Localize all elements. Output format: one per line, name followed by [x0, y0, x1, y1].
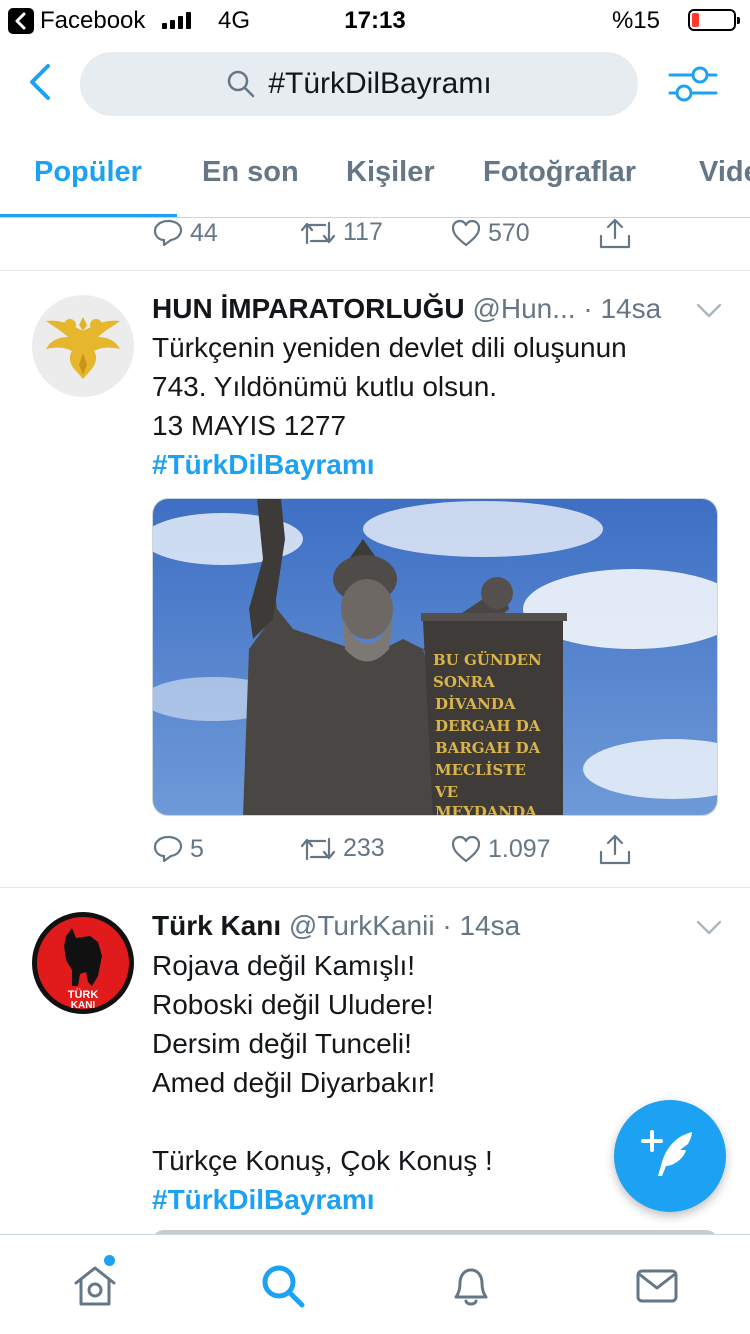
- tab-latest[interactable]: En son: [202, 156, 299, 189]
- banner-text-line: VE: [434, 783, 458, 801]
- share-icon: [599, 834, 631, 865]
- mail-icon: [636, 1269, 678, 1303]
- tweet-header: HUN İMPARATORLUĞU @Hun... · 14sa: [152, 293, 661, 325]
- tab-videos[interactable]: Video: [699, 156, 750, 189]
- battery-percent: %15: [611, 7, 660, 34]
- search-icon: [228, 70, 255, 98]
- banner-text-line: DERGAH DA: [435, 717, 541, 735]
- banner-text-line: BARGAH DA: [435, 739, 541, 757]
- tweet-text-line: 743. Yıldönümü kutlu olsun.: [152, 371, 498, 402]
- back-button[interactable]: [26, 62, 56, 102]
- tweet[interactable]: HUN İMPARATORLUĞU @Hun... · 14sa Türkçen…: [0, 271, 750, 887]
- like-button[interactable]: 1.097: [450, 834, 551, 864]
- tab-notifications[interactable]: [448, 1263, 494, 1309]
- tweet-time: · 14sa: [583, 293, 662, 324]
- chevron-down-icon[interactable]: [696, 920, 722, 936]
- tweet-text-line: Türkçe Konuş, Çok Konuş !: [152, 1145, 493, 1176]
- tweet-text: Türkçenin yeniden devlet dili oluşunun 7…: [152, 328, 627, 484]
- banner-text-line: MEYDANDA: [435, 803, 537, 816]
- sliders-icon: [668, 66, 718, 102]
- author-handle[interactable]: @TurkKanii: [289, 910, 435, 941]
- tab-explore[interactable]: [260, 1263, 306, 1309]
- avatar-text-line: KANI: [71, 1000, 96, 1011]
- tweet-text-line: Roboski değil Uludere!: [152, 989, 434, 1020]
- hashtag-link[interactable]: #TürkDilBayramı: [152, 1180, 493, 1219]
- search-input[interactable]: #TürkDilBayramı: [80, 52, 638, 116]
- search-query: #TürkDilBayramı: [268, 67, 492, 100]
- tweet-text-line: Rojava değil Kamışlı!: [152, 950, 416, 981]
- retweet-count: 117: [343, 218, 383, 246]
- share-icon: [599, 218, 631, 249]
- search-tabs: Popüler En son Kişiler Fotoğraflar Video: [0, 140, 750, 218]
- status-bar: Facebook 4G 17:13 %15: [0, 0, 750, 40]
- share-button[interactable]: [598, 218, 632, 250]
- author-name[interactable]: Türk Kanı: [152, 910, 281, 941]
- like-count: 1.097: [488, 834, 551, 863]
- banner-text-line: SONRA: [433, 673, 495, 691]
- prev-tweet-actions: 44 117 570: [152, 218, 652, 258]
- reply-icon: [153, 219, 183, 247]
- battery-icon: [688, 9, 740, 31]
- tweet-time: · 14sa: [442, 910, 521, 941]
- search-icon: [262, 1265, 305, 1308]
- tweet-actions: 5 233 1.097: [152, 834, 652, 874]
- tweet-feed[interactable]: 44 117 570 HUN İMPARATORLUĞU @Hun... · 1…: [0, 218, 750, 1234]
- like-button[interactable]: 570: [450, 218, 530, 248]
- banner-text-line: BU GÜNDEN: [433, 650, 542, 669]
- tweet-text-line: 13 MAYIS 1277: [152, 410, 347, 441]
- retweet-button[interactable]: 117: [299, 218, 383, 247]
- heart-icon: [451, 219, 481, 247]
- banner-text-line: DİVANDA: [435, 694, 516, 713]
- retweet-icon: [300, 837, 336, 860]
- tweet-header: Türk Kanı @TurkKanii · 14sa: [152, 910, 520, 942]
- like-count: 570: [488, 218, 530, 247]
- chevron-down-icon[interactable]: [696, 303, 722, 319]
- statue-photo: BU GÜNDEN SONRA DİVANDA DERGAH DA BARGAH…: [153, 499, 717, 816]
- tweet-text-line: Amed değil Diyarbakır!: [152, 1067, 436, 1098]
- avatar[interactable]: [32, 295, 134, 397]
- reply-count: 5: [190, 834, 204, 863]
- banner-text-line: MECLİSTE: [435, 760, 526, 779]
- tab-popular[interactable]: Popüler: [34, 156, 142, 189]
- heart-icon: [451, 835, 481, 863]
- author-name[interactable]: HUN İMPARATORLUĞU: [152, 293, 465, 324]
- reply-button[interactable]: 5: [152, 834, 204, 864]
- reply-button[interactable]: 44: [152, 218, 218, 248]
- tweet-text-line: Türkçenin yeniden devlet dili oluşunun: [152, 332, 627, 363]
- search-filter-button[interactable]: [668, 64, 718, 104]
- reply-icon: [153, 835, 183, 863]
- tab-people[interactable]: Kişiler: [346, 156, 435, 189]
- double-headed-eagle-logo: [33, 296, 133, 396]
- new-tweets-dot: [104, 1255, 115, 1266]
- retweet-button[interactable]: 233: [299, 834, 385, 863]
- tab-messages[interactable]: [634, 1263, 680, 1309]
- author-handle[interactable]: @Hun...: [472, 293, 575, 324]
- tab-home[interactable]: [72, 1263, 118, 1309]
- share-button[interactable]: [598, 834, 632, 866]
- search-header: #TürkDilBayramı: [0, 40, 750, 128]
- home-icon: [74, 1266, 116, 1306]
- wolf-logo: TÜRK KANI: [33, 913, 133, 1013]
- retweet-icon: [300, 221, 336, 244]
- tweet-image[interactable]: BU GÜNDEN SONRA DİVANDA DERGAH DA BARGAH…: [152, 498, 718, 816]
- tab-photos[interactable]: Fotoğraflar: [483, 156, 636, 189]
- retweet-count: 233: [343, 834, 385, 862]
- compose-icon: [641, 1130, 692, 1176]
- reply-count: 44: [190, 218, 218, 247]
- tweet-text-line: [152, 1102, 493, 1141]
- avatar[interactable]: TÜRK KANI: [32, 912, 134, 1014]
- tweet-text-line: Dersim değil Tunceli!: [152, 1028, 412, 1059]
- compose-tweet-button[interactable]: [614, 1100, 726, 1212]
- chevron-left-icon: [30, 64, 50, 100]
- tweet-text: Rojava değil Kamışlı! Roboski değil Ulud…: [152, 946, 493, 1219]
- bell-icon: [454, 1268, 488, 1306]
- hashtag-link[interactable]: #TürkDilBayramı: [152, 445, 627, 484]
- bottom-tab-bar: [0, 1234, 750, 1334]
